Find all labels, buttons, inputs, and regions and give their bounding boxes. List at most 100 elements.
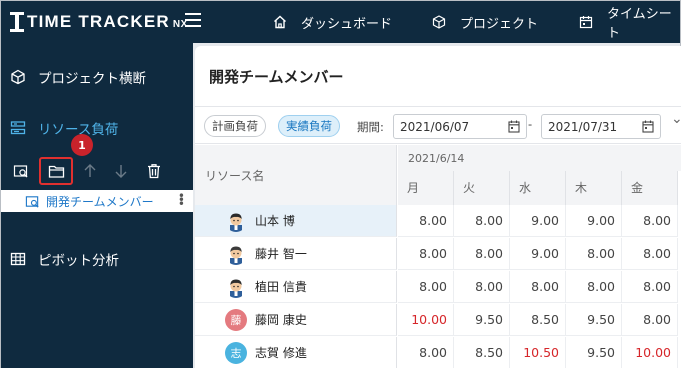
day-header: 月 <box>398 171 454 205</box>
sidebar-item-label: ピボット分析 <box>38 253 119 269</box>
tree-item-label: 開発チームメンバー <box>46 194 154 209</box>
day-header: 金 <box>622 171 678 205</box>
view-search-icon <box>25 194 40 209</box>
sidebar-item-cross-project[interactable]: プロジェクト横断 <box>1 62 193 92</box>
end-date-field[interactable]: 2021/07/31 <box>541 114 661 139</box>
menu-toggle-icon[interactable] <box>185 13 201 27</box>
load-cell[interactable]: 9.50 <box>566 337 622 368</box>
calendar-icon[interactable] <box>508 120 520 133</box>
delete-button[interactable] <box>139 157 169 185</box>
load-cell[interactable]: 8.00 <box>566 238 622 270</box>
tree-item-dev-team[interactable]: 開発チームメンバー • • • <box>1 190 193 212</box>
load-cell[interactable]: 8.50 <box>454 337 510 368</box>
cube-icon <box>432 15 446 29</box>
table-icon <box>10 251 26 267</box>
plan-load-chip[interactable]: 計画負荷 <box>204 115 266 137</box>
grid-options-icon[interactable]: ⌄ <box>671 111 681 127</box>
date-separator: - <box>528 117 533 131</box>
load-cell[interactable]: 9.00 <box>566 205 622 237</box>
move-down-button[interactable] <box>106 157 136 185</box>
filter-bar: 計画負荷 実績負荷 期間: 2021/06/07 - 2021/07/31 ⌄ <box>195 106 681 144</box>
nav-dashboard[interactable]: ダッシュボード <box>273 1 392 43</box>
end-date-value: 2021/07/31 <box>548 119 618 134</box>
load-cell[interactable]: 8.00 <box>510 271 566 303</box>
nav-timesheet-label: タイムシート <box>607 7 672 41</box>
resource-header-label: リソース名 <box>205 169 265 183</box>
load-cell[interactable]: 8.00 <box>398 238 454 270</box>
day-header: 火 <box>454 171 510 205</box>
resource-row[interactable]: 藤藤岡 康史 <box>195 304 397 336</box>
load-cell[interactable]: 8.00 <box>398 271 454 303</box>
avatar: 藤 <box>225 308 247 331</box>
home-icon <box>273 15 287 29</box>
logo-text: TIME TRACKER <box>27 12 170 31</box>
view-search-icon <box>13 165 28 178</box>
load-cell[interactable]: 10.00 <box>622 337 678 368</box>
content-panel: 開発チームメンバー 計画負荷 実績負荷 期間: 2021/06/07 - 202… <box>195 46 681 368</box>
sidebar-item-pivot[interactable]: ピボット分析 <box>1 244 193 274</box>
load-cell[interactable]: 8.00 <box>622 271 678 303</box>
nav-dashboard-label: ダッシュボード <box>301 16 393 32</box>
step-badge: 1 <box>71 134 93 156</box>
view-search-button[interactable] <box>6 157 36 185</box>
day-header: 木 <box>566 171 622 205</box>
folder-icon <box>48 165 64 178</box>
resource-name: 藤岡 康史 <box>255 313 307 327</box>
arrow-up-icon <box>84 164 96 177</box>
load-cell[interactable]: 8.00 <box>454 205 510 237</box>
period-label: 期間: <box>357 120 384 134</box>
avatar <box>225 243 247 265</box>
resource-row[interactable]: 山本 博 <box>195 205 397 237</box>
load-cell[interactable]: 9.50 <box>454 304 510 336</box>
resource-row[interactable]: 植田 信貴 <box>195 271 397 303</box>
week-label: 2021/6/14 <box>408 152 465 165</box>
move-up-button[interactable] <box>75 157 105 185</box>
load-cell[interactable]: 9.00 <box>510 205 566 237</box>
resource-name: 藤井 智一 <box>255 247 307 261</box>
arrow-down-icon <box>115 165 127 178</box>
load-cell[interactable]: 9.50 <box>566 304 622 336</box>
sidebar: プロジェクト横断 リソース負荷 1 開発チームメンバー • • • ピボット分析 <box>1 43 193 368</box>
top-bar: TIME TRACKER NX ダッシュボード プロジェクト タイムシート <box>1 1 680 43</box>
avatar <box>225 276 247 298</box>
load-cell[interactable]: 10.00 <box>398 304 454 336</box>
avatar: 志 <box>225 341 247 364</box>
load-cell[interactable]: 8.00 <box>622 304 678 336</box>
cube-icon <box>10 69 26 85</box>
load-cell[interactable]: 8.00 <box>566 271 622 303</box>
load-cell[interactable]: 8.00 <box>398 205 454 237</box>
folder-button[interactable] <box>39 157 73 185</box>
load-cell[interactable]: 8.00 <box>622 205 678 237</box>
more-options-icon[interactable]: • • • <box>178 190 185 210</box>
nav-projects[interactable]: プロジェクト <box>432 1 538 43</box>
nav-projects-label: プロジェクト <box>460 16 539 32</box>
resource-row[interactable]: 志志賀 修進 <box>195 337 397 368</box>
load-cell[interactable]: 8.00 <box>398 337 454 368</box>
calendar-icon[interactable] <box>642 120 654 133</box>
day-header: 水 <box>510 171 566 205</box>
resource-header: リソース名 <box>195 145 397 205</box>
page-title: 開発チームメンバー <box>209 68 344 86</box>
main-area: 開発チームメンバー 計画負荷 実績負荷 期間: 2021/06/07 - 202… <box>193 43 681 368</box>
resource-row[interactable]: 藤井 智一 <box>195 238 397 270</box>
load-cell[interactable]: 8.00 <box>454 238 510 270</box>
resource-name: 志賀 修進 <box>255 346 307 360</box>
resource-icon <box>10 120 26 136</box>
load-cell[interactable]: 8.50 <box>510 304 566 336</box>
load-cell[interactable]: 10.50 <box>510 337 566 368</box>
nav-timesheet[interactable]: タイムシート <box>579 1 680 43</box>
load-cell[interactable]: 8.00 <box>622 238 678 270</box>
sidebar-item-label: プロジェクト横断 <box>38 71 146 87</box>
sidebar-item-resource-load[interactable]: リソース負荷 <box>1 113 193 143</box>
resource-toolbar <box>1 157 193 185</box>
start-date-value: 2021/06/07 <box>400 119 470 134</box>
resource-name: 山本 博 <box>255 214 295 228</box>
avatar <box>225 210 247 232</box>
load-cell[interactable]: 8.00 <box>454 271 510 303</box>
calendar-icon <box>579 15 593 29</box>
start-date-field[interactable]: 2021/06/07 <box>393 114 527 139</box>
actual-load-chip[interactable]: 実績負荷 <box>278 115 340 137</box>
app-logo[interactable]: TIME TRACKER NX <box>10 12 188 32</box>
load-cell[interactable]: 9.00 <box>510 238 566 270</box>
trash-icon <box>148 164 160 179</box>
